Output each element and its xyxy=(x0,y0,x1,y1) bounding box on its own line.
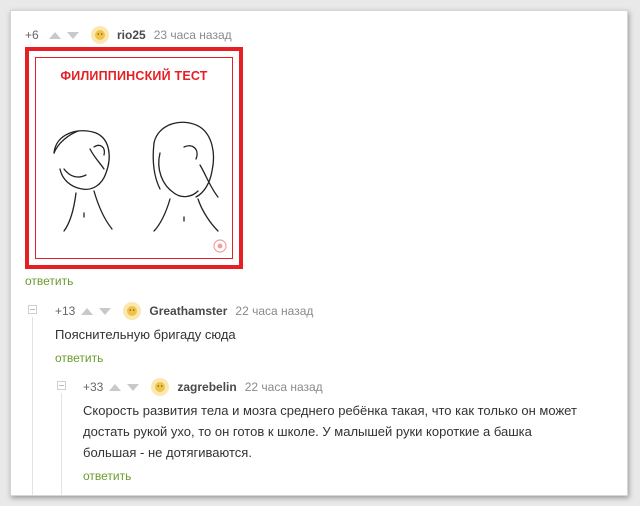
arrow-up-icon[interactable] xyxy=(81,307,94,315)
comment-rating: +33 xyxy=(83,380,104,394)
comment-time[interactable]: 22 часа назад xyxy=(245,380,323,394)
illustration-children xyxy=(53,121,219,232)
arrow-down-icon[interactable] xyxy=(99,307,112,315)
comment-time[interactable]: 23 часа назад xyxy=(154,28,232,42)
comment-rating: +13 xyxy=(55,304,76,318)
comment-text: Скорость развития тела и мозга среднего … xyxy=(83,400,623,463)
image-title: ФИЛИППИНСКИЙ ТЕСТ xyxy=(60,69,208,83)
arrow-down-icon[interactable] xyxy=(67,31,79,39)
comment-image[interactable]: ФИЛИППИНСКИЙ ТЕСТ xyxy=(25,47,243,269)
thread-line[interactable] xyxy=(32,317,33,495)
collapse-icon[interactable] xyxy=(28,305,37,314)
arrow-down-icon[interactable] xyxy=(127,383,140,391)
comment-username[interactable]: rio25 xyxy=(117,28,146,42)
reply-link[interactable]: ответить xyxy=(83,469,131,483)
comment-header: +6 rio25 23 часа назад xyxy=(25,26,232,44)
comment-text-line: Скорость развития тела и мозга среднего … xyxy=(83,403,577,418)
avatar-icon[interactable] xyxy=(123,302,142,320)
collapse-icon[interactable] xyxy=(57,381,66,390)
comment-username[interactable]: Greathamster xyxy=(149,304,227,318)
comment-header: +33 zagrebelin 22 часа назад xyxy=(83,378,323,396)
comment-username[interactable]: zagrebelin xyxy=(177,380,236,394)
avatar-icon[interactable] xyxy=(91,26,109,44)
reply-link[interactable]: ответить xyxy=(25,274,73,288)
comment-header: +13 Greathamster 22 часа назад xyxy=(55,302,313,320)
comment-text-line: достать рукой ухо, то он готов к школе. … xyxy=(83,424,532,439)
arrow-up-icon[interactable] xyxy=(109,383,122,391)
arrow-up-icon[interactable] xyxy=(49,31,61,39)
comments-panel: +6 rio25 23 часа назад ФИЛИППИНСКИЙ ТЕСТ xyxy=(10,10,628,496)
thread-line[interactable] xyxy=(61,393,62,495)
watermark-icon xyxy=(213,239,227,253)
comment-rating: +6 xyxy=(25,28,39,42)
avatar-icon[interactable] xyxy=(151,378,170,396)
comment-text: Пояснительную бригаду сюда xyxy=(55,327,236,342)
comment-text-line: большая - не дотягиваются. xyxy=(83,445,252,460)
reply-link[interactable]: ответить xyxy=(55,351,103,365)
comment-time[interactable]: 22 часа назад xyxy=(235,304,313,318)
